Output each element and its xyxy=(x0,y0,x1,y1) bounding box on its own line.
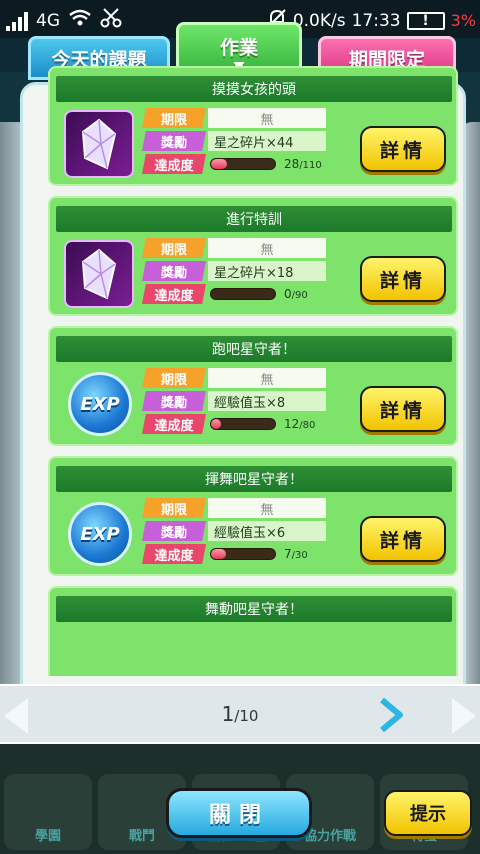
reward-row: 獎勵 星之碎片×18 xyxy=(142,261,326,281)
battery-percent: 3% xyxy=(450,11,476,30)
nav-school[interactable]: 學園 xyxy=(4,774,92,850)
pager: 1/10 xyxy=(0,684,480,744)
progress-row: 達成度 7/30 xyxy=(142,544,336,564)
quest-list[interactable]: 摸摸女孩的頭 期限 無 獎勵 星之碎片×44 達成度 28/110 詳情 進行特… xyxy=(28,66,458,676)
reward-row: 獎勵 經驗值玉×8 xyxy=(142,391,326,411)
quest-title: 跑吧星守者！ xyxy=(56,336,452,362)
quest-card: 舞動吧星守者！ xyxy=(48,586,458,676)
clock: 17:33 xyxy=(351,10,401,31)
quest-title: 揮舞吧星守者！ xyxy=(56,466,452,492)
exp-orb-icon: EXP xyxy=(68,372,132,436)
progress-text: 0/90 xyxy=(284,287,308,301)
progress-text: 12/80 xyxy=(284,417,316,431)
progress-fill xyxy=(211,549,226,559)
reward-row: 獎勵 星之碎片×44 xyxy=(142,131,326,151)
limit-row: 期限 無 xyxy=(142,238,326,258)
quest-title: 進行特訓 xyxy=(56,206,452,232)
details-button[interactable]: 詳情 xyxy=(360,516,446,562)
progress-label: 達成度 xyxy=(142,284,206,304)
reward-label: 獎勵 xyxy=(142,521,206,541)
reward-label: 獎勵 xyxy=(142,131,206,151)
limit-row: 期限 無 xyxy=(142,108,326,128)
star-fragment-icon xyxy=(64,240,134,308)
star-fragment-icon xyxy=(64,110,134,178)
progress-bar xyxy=(210,418,276,430)
status-left: 4G xyxy=(6,8,122,33)
signal-icon xyxy=(6,11,28,31)
hint-button[interactable]: 提示 xyxy=(384,790,472,836)
wifi-icon xyxy=(68,9,92,32)
progress-bar xyxy=(210,288,276,300)
quest-card: 摸摸女孩的頭 期限 無 獎勵 星之碎片×44 達成度 28/110 詳情 xyxy=(48,66,458,186)
quest-title: 舞動吧星守者！ xyxy=(56,596,452,622)
reward-value: 經驗值玉×6 xyxy=(208,521,326,541)
reward-label: 獎勵 xyxy=(142,261,206,281)
quest-card: 揮舞吧星守者！ EXP 期限 無 獎勵 經驗值玉×6 達成度 7/30 詳情 xyxy=(48,456,458,576)
progress-text: 28/110 xyxy=(284,157,322,171)
reward-value: 星之碎片×44 xyxy=(208,131,326,151)
scissors-icon xyxy=(100,8,122,33)
quest-title: 摸摸女孩的頭 xyxy=(56,76,452,102)
next-page-arrow-icon[interactable] xyxy=(378,697,404,733)
details-button[interactable]: 詳情 xyxy=(360,126,446,172)
limit-value: 無 xyxy=(208,238,326,258)
progress-row: 達成度 28/110 xyxy=(142,154,336,174)
battery-icon: ! xyxy=(406,11,445,30)
progress-row: 達成度 12/80 xyxy=(142,414,336,434)
progress-text: 7/30 xyxy=(284,547,308,561)
reward-row: 獎勵 經驗值玉×6 xyxy=(142,521,326,541)
progress-row: 達成度 0/90 xyxy=(142,284,336,304)
limit-value: 無 xyxy=(208,498,326,518)
progress-label: 達成度 xyxy=(142,154,206,174)
details-button[interactable]: 詳情 xyxy=(360,256,446,302)
progress-bar xyxy=(210,548,276,560)
network-type: 4G xyxy=(36,10,60,31)
reward-value: 星之碎片×18 xyxy=(208,261,326,281)
limit-label: 期限 xyxy=(142,498,206,518)
progress-fill xyxy=(211,159,227,169)
reward-value: 經驗值玉×8 xyxy=(208,391,326,411)
limit-value: 無 xyxy=(208,368,326,388)
details-button[interactable]: 詳情 xyxy=(360,386,446,432)
quest-card: 跑吧星守者！ EXP 期限 無 獎勵 經驗值玉×8 達成度 12/80 詳情 xyxy=(48,326,458,446)
progress-label: 達成度 xyxy=(142,414,206,434)
quest-card: 進行特訓 期限 無 獎勵 星之碎片×18 達成度 0/90 詳情 xyxy=(48,196,458,316)
page-indicator: 1/10 xyxy=(221,702,259,726)
limit-value: 無 xyxy=(208,108,326,128)
reward-label: 獎勵 xyxy=(142,391,206,411)
page-curl-left xyxy=(4,698,28,734)
progress-label: 達成度 xyxy=(142,544,206,564)
page-curl-right xyxy=(452,698,476,734)
limit-label: 期限 xyxy=(142,238,206,258)
limit-row: 期限 無 xyxy=(142,498,326,518)
exp-orb-icon: EXP xyxy=(68,502,132,566)
progress-fill xyxy=(211,419,221,429)
progress-bar xyxy=(210,158,276,170)
limit-row: 期限 無 xyxy=(142,368,326,388)
close-button[interactable]: 關閉 xyxy=(166,788,312,838)
limit-label: 期限 xyxy=(142,368,206,388)
limit-label: 期限 xyxy=(142,108,206,128)
